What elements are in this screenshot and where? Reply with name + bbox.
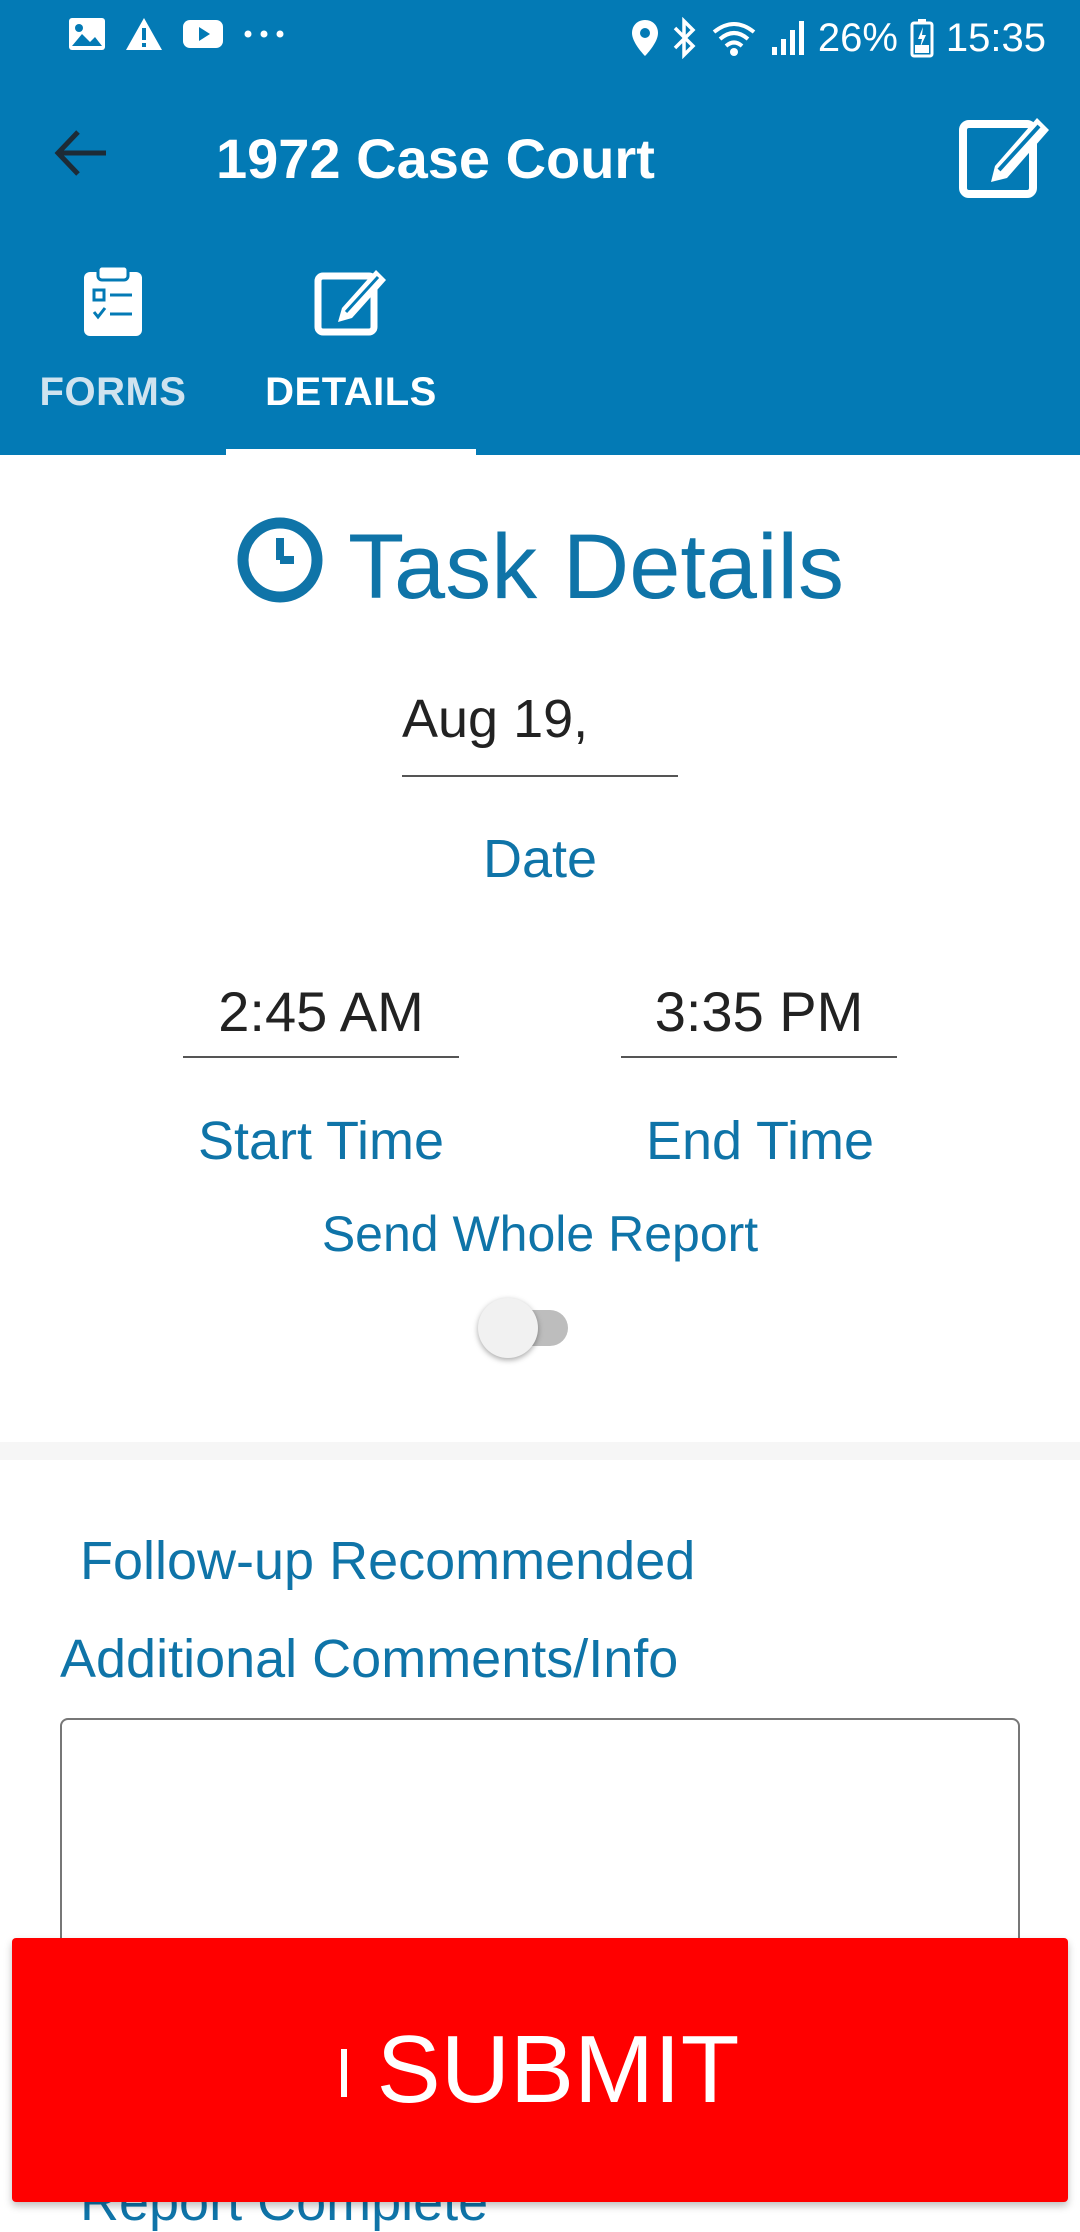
wifi-icon [712,22,756,56]
image-icon [69,18,105,50]
location-icon [631,20,658,56]
date-label: Date [482,829,598,889]
tab-details-label: DETAILS [265,370,437,414]
section-divider [0,1442,1080,1460]
date-field[interactable]: Aug 19, 2019 [402,675,678,777]
tab-forms[interactable]: FORMS [0,262,226,455]
send-whole-report-label: Send Whole Report [321,1206,759,1262]
follow-up-label: Follow-up Recommended [80,1531,696,1591]
more-icon [244,30,284,38]
battery-percent: 26% [817,16,898,60]
send-whole-report-toggle[interactable] [478,1298,574,1358]
youtube-icon [183,20,223,48]
end-time-field[interactable]: 3:35 PM [621,968,897,1058]
arrow-back-icon[interactable] [48,118,118,188]
start-time-field[interactable]: 2:45 AM [183,968,459,1058]
task-details-title: Task Details [348,516,844,618]
text-cursor [340,2048,347,2097]
clock-time: 15:35 [945,16,1046,60]
date-value: Aug 19, 2019 [402,689,589,775]
end-time-label: End Time [645,1111,875,1171]
selected-tab-indicator [226,449,476,455]
app-header: 26% 15:35 1972 Case Court FORMS DETAILS [0,0,1080,455]
toggle-thumb [478,1298,538,1358]
start-time-label: Start Time [197,1111,445,1171]
clipboard-icon [84,264,142,336]
submit-label: SUBMIT [376,2016,740,2123]
bluetooth-icon [673,17,696,59]
edit-icon[interactable] [955,108,1055,208]
warning-icon [126,18,162,50]
tab-details[interactable]: DETAILS [226,262,476,455]
clock-icon [237,517,323,603]
status-bar: 26% 15:35 [0,0,1080,76]
page-title: 1972 Case Court [216,127,655,190]
comments-label: Additional Comments/Info [60,1629,679,1689]
tab-forms-label: FORMS [39,370,187,414]
edit-icon [314,270,386,336]
submit-button[interactable]: SUBMIT [12,1938,1068,2202]
signal-icon [771,21,804,55]
battery-icon [910,19,934,58]
task-details-heading: Task Details [0,512,1080,622]
